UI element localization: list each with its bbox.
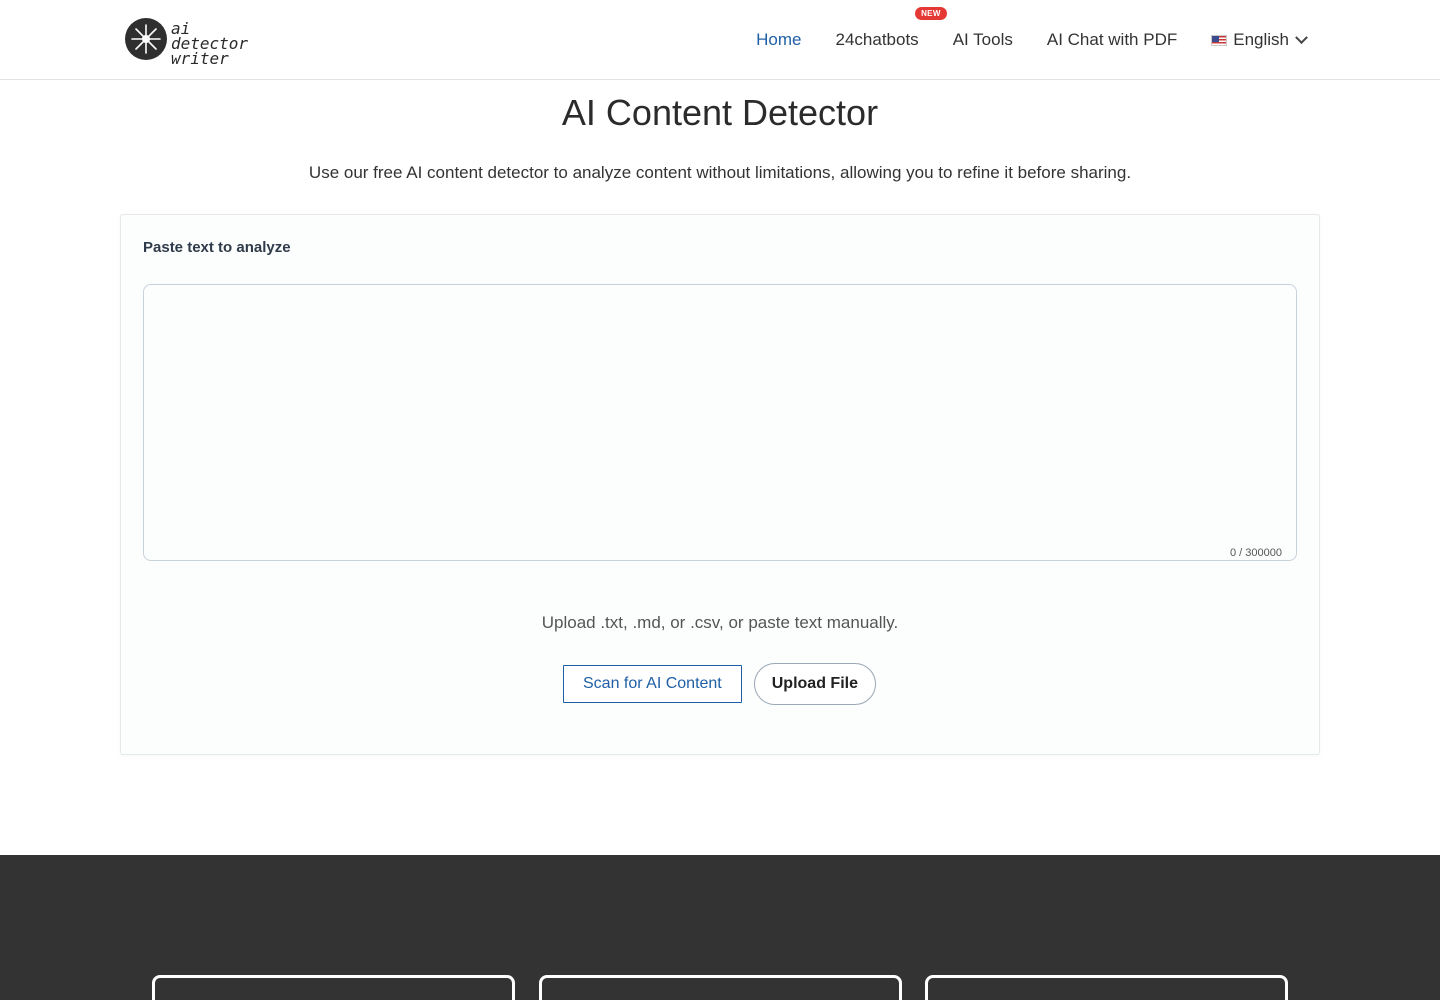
- new-badge: NEW: [915, 7, 947, 20]
- site-header: ai detector writer Home 24chatbots NEW A…: [0, 0, 1440, 80]
- site-logo[interactable]: ai detector writer: [125, 17, 270, 68]
- nav-home[interactable]: Home: [756, 30, 801, 50]
- logo-line-1: ai detector: [171, 19, 249, 53]
- main-nav: Home 24chatbots NEW AI Tools AI Chat wit…: [722, 0, 1308, 80]
- footer-card: [925, 975, 1288, 1000]
- footer-card: [152, 975, 515, 1000]
- nav-ai-chat-pdf[interactable]: AI Chat with PDF: [1047, 30, 1177, 50]
- language-label: English: [1233, 30, 1289, 49]
- text-input-area[interactable]: 0 / 300000: [143, 284, 1297, 561]
- textarea-label: Paste text to analyze: [143, 239, 291, 256]
- scan-button[interactable]: Scan for AI Content: [563, 665, 742, 703]
- nav-ai-tools[interactable]: AI Tools: [953, 30, 1013, 50]
- nav-24chatbots[interactable]: 24chatbots NEW: [835, 7, 947, 50]
- page-title: AI Content Detector: [561, 92, 879, 133]
- site-footer: [0, 855, 1440, 1000]
- nav-24chatbots-label: 24chatbots: [835, 30, 919, 49]
- action-buttons: Scan for AI Content Upload File: [563, 663, 876, 705]
- page-subtitle: Use our free AI content detector to anal…: [308, 163, 1132, 182]
- logo-line-2: writer: [171, 49, 229, 68]
- upload-hint: Upload .txt, .md, or .csv, or paste text…: [541, 613, 899, 632]
- logo-star-icon: [125, 18, 167, 60]
- detector-card: Paste text to analyze 0 / 300000 Upload …: [120, 214, 1320, 755]
- character-counter: 0 / 300000: [1230, 547, 1282, 559]
- upload-file-button[interactable]: Upload File: [753, 663, 876, 705]
- logo-wordmark: ai detector writer: [171, 19, 270, 68]
- footer-card: [539, 975, 902, 1000]
- language-selector[interactable]: English: [1211, 30, 1308, 50]
- us-flag-icon: [1211, 34, 1228, 46]
- chevron-down-icon: [1295, 30, 1308, 44]
